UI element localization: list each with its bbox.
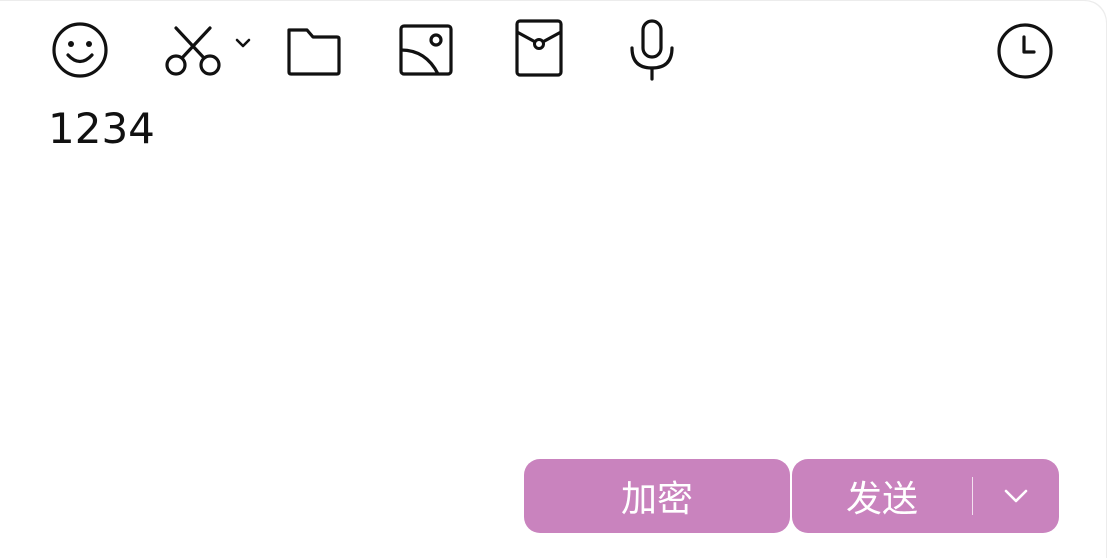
emoji-button[interactable]: [48, 20, 112, 80]
encrypt-button-label: 加密: [620, 479, 693, 520]
screenshot-options-dropdown[interactable]: [230, 30, 256, 56]
voice-input-button[interactable]: [620, 18, 684, 82]
chevron-down-icon: [1004, 489, 1028, 503]
chat-input-panel: 1234 加密 发送: [0, 0, 1107, 558]
scissors-screenshot-icon: [165, 26, 221, 76]
send-image-button[interactable]: [392, 20, 458, 80]
encrypt-button[interactable]: 加密: [524, 459, 790, 533]
emoji-icon: [52, 22, 108, 78]
chevron-down-icon: [235, 38, 251, 48]
send-button-label: 发送: [845, 479, 918, 520]
image-icon: [399, 24, 453, 76]
folder-icon: [287, 28, 341, 76]
send-button-group: 发送: [792, 459, 1059, 533]
message-input[interactable]: 1234: [48, 100, 155, 158]
clock-history-icon: [997, 23, 1053, 79]
red-envelope-icon: [515, 19, 563, 77]
send-button[interactable]: 发送: [792, 459, 972, 533]
red-envelope-button[interactable]: [506, 18, 570, 80]
send-file-button[interactable]: [280, 20, 346, 80]
send-options-dropdown[interactable]: [973, 459, 1059, 533]
screenshot-button[interactable]: [160, 20, 226, 80]
chat-history-button[interactable]: [994, 20, 1056, 82]
microphone-icon: [630, 19, 674, 81]
